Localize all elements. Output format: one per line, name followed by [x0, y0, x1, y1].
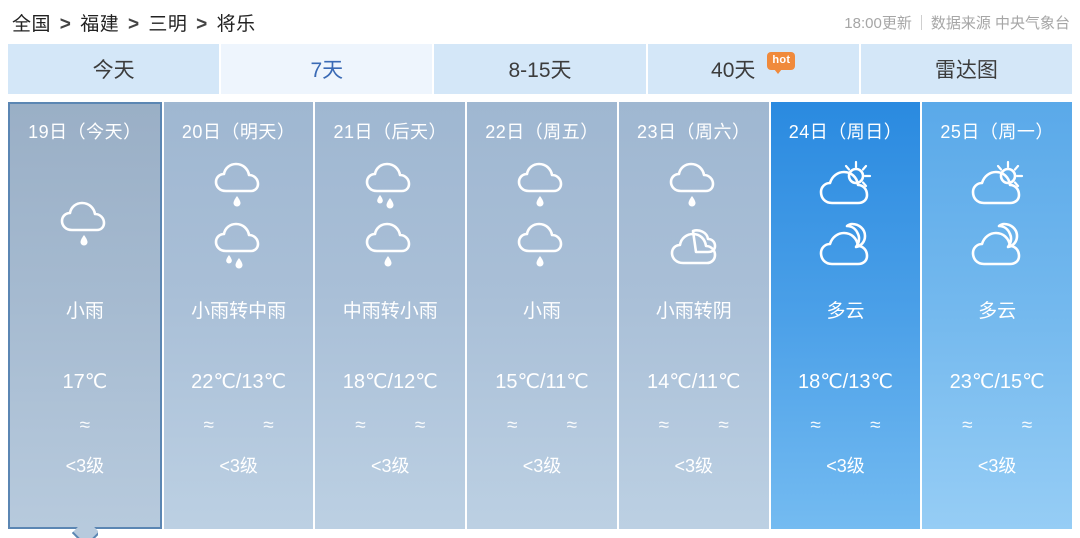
card-temperature: 15℃/11℃ [495, 371, 589, 393]
wind-direction-icons: ≈ [79, 415, 113, 436]
card-temperature: 22℃/13℃ [191, 371, 287, 393]
card-wind-level: <3级 [674, 456, 713, 476]
card-wind-level: <3级 [522, 456, 562, 476]
card-condition: 多云 [978, 301, 1017, 322]
weather-icons [663, 158, 725, 286]
card-date: 21日（后天） [333, 122, 448, 142]
meta-divider [920, 14, 922, 30]
breadcrumb-item-city[interactable]: 三明 [148, 14, 187, 35]
partly-cloudy-night-icon [971, 222, 1021, 266]
breadcrumb-item-county[interactable]: 将乐 [217, 14, 256, 35]
card-condition: 小雨转中雨 [191, 301, 287, 322]
card-temperature: 18℃/13℃ [797, 371, 893, 393]
weather-icons [359, 158, 421, 286]
weather-icons [511, 158, 573, 286]
overcast-icon [670, 229, 717, 265]
rain-light-icon [365, 222, 411, 267]
wind-direction-icons: ≈ ≈ [506, 415, 600, 436]
card-wind-level: <3级 [826, 456, 865, 476]
card-temperature: 17℃ [62, 371, 108, 393]
tab-today[interactable]: 今天 [8, 44, 220, 94]
tab-radar-map[interactable]: 雷达图 [860, 44, 1073, 94]
card-temperature: 23℃/15℃ [949, 371, 1045, 393]
data-source: 数据来源 中央气象台 [930, 14, 1070, 32]
breadcrumb: 全国 > 福建 > 三明 > 将乐 [12, 9, 256, 36]
card-wind-level: <3级 [977, 456, 1017, 476]
update-time: 18:00更新 [844, 14, 912, 32]
seven-day-forecast: 19日（今天） 小雨 17℃ ≈ <3级 20日（明天） 小雨转中雨 22℃/1… [0, 94, 1080, 529]
card-condition: 小雨 [523, 301, 562, 322]
weather-icons [966, 158, 1028, 286]
tab-label: 今天 [92, 59, 135, 82]
card-temperature: 14℃/11℃ [646, 371, 741, 393]
breadcrumb-item-country[interactable]: 全国 [12, 14, 51, 35]
wind-direction-icons: ≈ ≈ [810, 415, 903, 436]
breadcrumb-separator: > [196, 13, 208, 35]
rain-light-icon [60, 201, 106, 246]
card-date: 19日（今天） [28, 122, 142, 142]
tab-7day[interactable]: 7天 [221, 44, 433, 94]
breadcrumb-item-province[interactable]: 福建 [80, 14, 119, 35]
partly-cloudy-night-icon [820, 222, 869, 266]
card-wind-level: <3级 [371, 456, 410, 476]
tab-label: 7天 [310, 59, 344, 82]
rain-moderate-icon [365, 162, 411, 209]
hot-badge: hot [767, 52, 796, 74]
forecast-day-card[interactable]: 19日（今天） 小雨 17℃ ≈ <3级 [8, 102, 162, 529]
page-header: 全国 > 福建 > 三明 > 将乐 18:00更新 数据来源 中央气象台 [0, 0, 1080, 44]
card-condition: 小雨 [65, 301, 104, 322]
card-date: 22日（周五） [485, 122, 599, 142]
card-wind-level: <3级 [65, 456, 105, 476]
forecast-day-card[interactable]: 23日（周六） 小雨转阴 14℃/11℃ ≈ ≈ <3级 [618, 102, 769, 529]
forecast-range-tabs: 今天 7天 8-15天 40天 hot 雷达图 [0, 44, 1080, 94]
selected-day-pointer [72, 525, 98, 538]
card-temperature: 18℃/12℃ [342, 371, 438, 393]
forecast-day-card[interactable]: 21日（后天） 中雨转小雨 18℃/12℃ ≈ ≈ <3级 [315, 102, 466, 529]
weather-icons [208, 158, 270, 286]
tab-label: 雷达图 [934, 59, 998, 82]
forecast-day-card[interactable]: 24日（周日） 多云 18℃/13℃ ≈ ≈ <3级 [770, 102, 921, 529]
breadcrumb-separator: > [127, 13, 140, 35]
breadcrumb-separator: > [59, 13, 72, 35]
card-date: 25日（周一） [940, 122, 1054, 142]
card-date: 20日（明天） [181, 122, 296, 142]
forecast-day-card[interactable]: 25日（周一） 多云 23℃/15℃ ≈ ≈ <3级 [922, 102, 1073, 529]
tab-8-15day[interactable]: 8-15天 [434, 44, 646, 94]
partly-cloudy-day-icon [971, 160, 1024, 205]
rain-light-icon [669, 162, 715, 207]
card-condition: 小雨转阴 [655, 301, 732, 322]
partly-cloudy-day-icon [820, 160, 872, 205]
card-condition: 多云 [826, 301, 865, 322]
rain-light-icon [214, 162, 259, 207]
card-wind-level: <3级 [219, 456, 258, 476]
forecast-day-card[interactable]: 22日（周五） 小雨 15℃/11℃ ≈ ≈ <3级 [467, 102, 617, 529]
wind-direction-icons: ≈ ≈ [355, 415, 448, 436]
wind-direction-icons: ≈ ≈ [203, 415, 296, 436]
card-condition: 中雨转小雨 [342, 301, 438, 322]
rain-light-icon [517, 222, 563, 267]
tab-label: 8-15天 [508, 59, 572, 82]
tab-40day[interactable]: 40天 hot [647, 44, 859, 94]
rain-light-icon [517, 162, 563, 207]
forecast-day-card[interactable]: 20日（明天） 小雨转中雨 22℃/13℃ ≈ ≈ <3级 [163, 102, 314, 529]
card-date: 24日（周日） [788, 122, 903, 142]
weather-icons [54, 158, 116, 286]
card-date: 23日（周六） [636, 122, 751, 142]
wind-direction-icons: ≈ ≈ [658, 415, 751, 436]
wind-direction-icons: ≈ ≈ [962, 415, 1055, 436]
tab-label: 40天 [711, 59, 756, 82]
rain-moderate-icon [214, 222, 259, 269]
header-meta: 18:00更新 数据来源 中央气象台 [844, 12, 1070, 33]
weather-icons [814, 158, 876, 286]
